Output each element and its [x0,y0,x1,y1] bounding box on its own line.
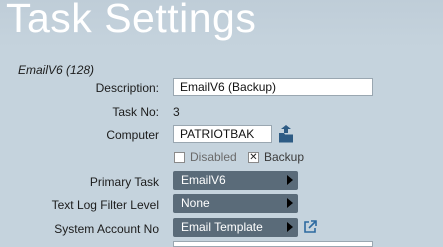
chevron-right-icon [287,222,293,232]
next-field-partial[interactable] [173,241,373,247]
task-no-value: 3 [173,105,180,119]
log-filter-dropdown[interactable]: None [173,194,298,213]
log-filter-value: None [181,196,210,210]
system-account-label: System Account No [54,222,159,236]
description-field[interactable]: EmailV6 (Backup) [173,78,373,96]
backup-label: Backup [264,150,305,164]
task-subtitle: EmailV6 (128) [18,63,95,77]
computer-field[interactable]: PATRIOTBAK [173,125,272,143]
external-link-icon[interactable] [303,220,317,239]
primary-task-label: Primary Task [89,175,159,189]
primary-task-value: EmailV6 [181,173,226,187]
computer-label: Computer [106,128,159,142]
system-account-dropdown[interactable]: Email Template [173,218,298,237]
system-account-value: Email Template [181,220,263,234]
disabled-label: Disabled [190,150,237,164]
description-label: Description: [95,81,159,95]
task-no-label: Task No: [112,105,159,119]
chevron-right-icon [287,198,293,208]
chevron-right-icon [287,175,293,185]
disabled-checkbox[interactable] [174,152,185,163]
page-title: Task Settings [6,0,257,41]
backup-checkbox[interactable]: ✕ [248,152,259,163]
folder-upload-icon[interactable] [277,124,295,149]
primary-task-dropdown[interactable]: EmailV6 [173,171,298,190]
log-filter-label: Text Log Filter Level [51,198,159,212]
